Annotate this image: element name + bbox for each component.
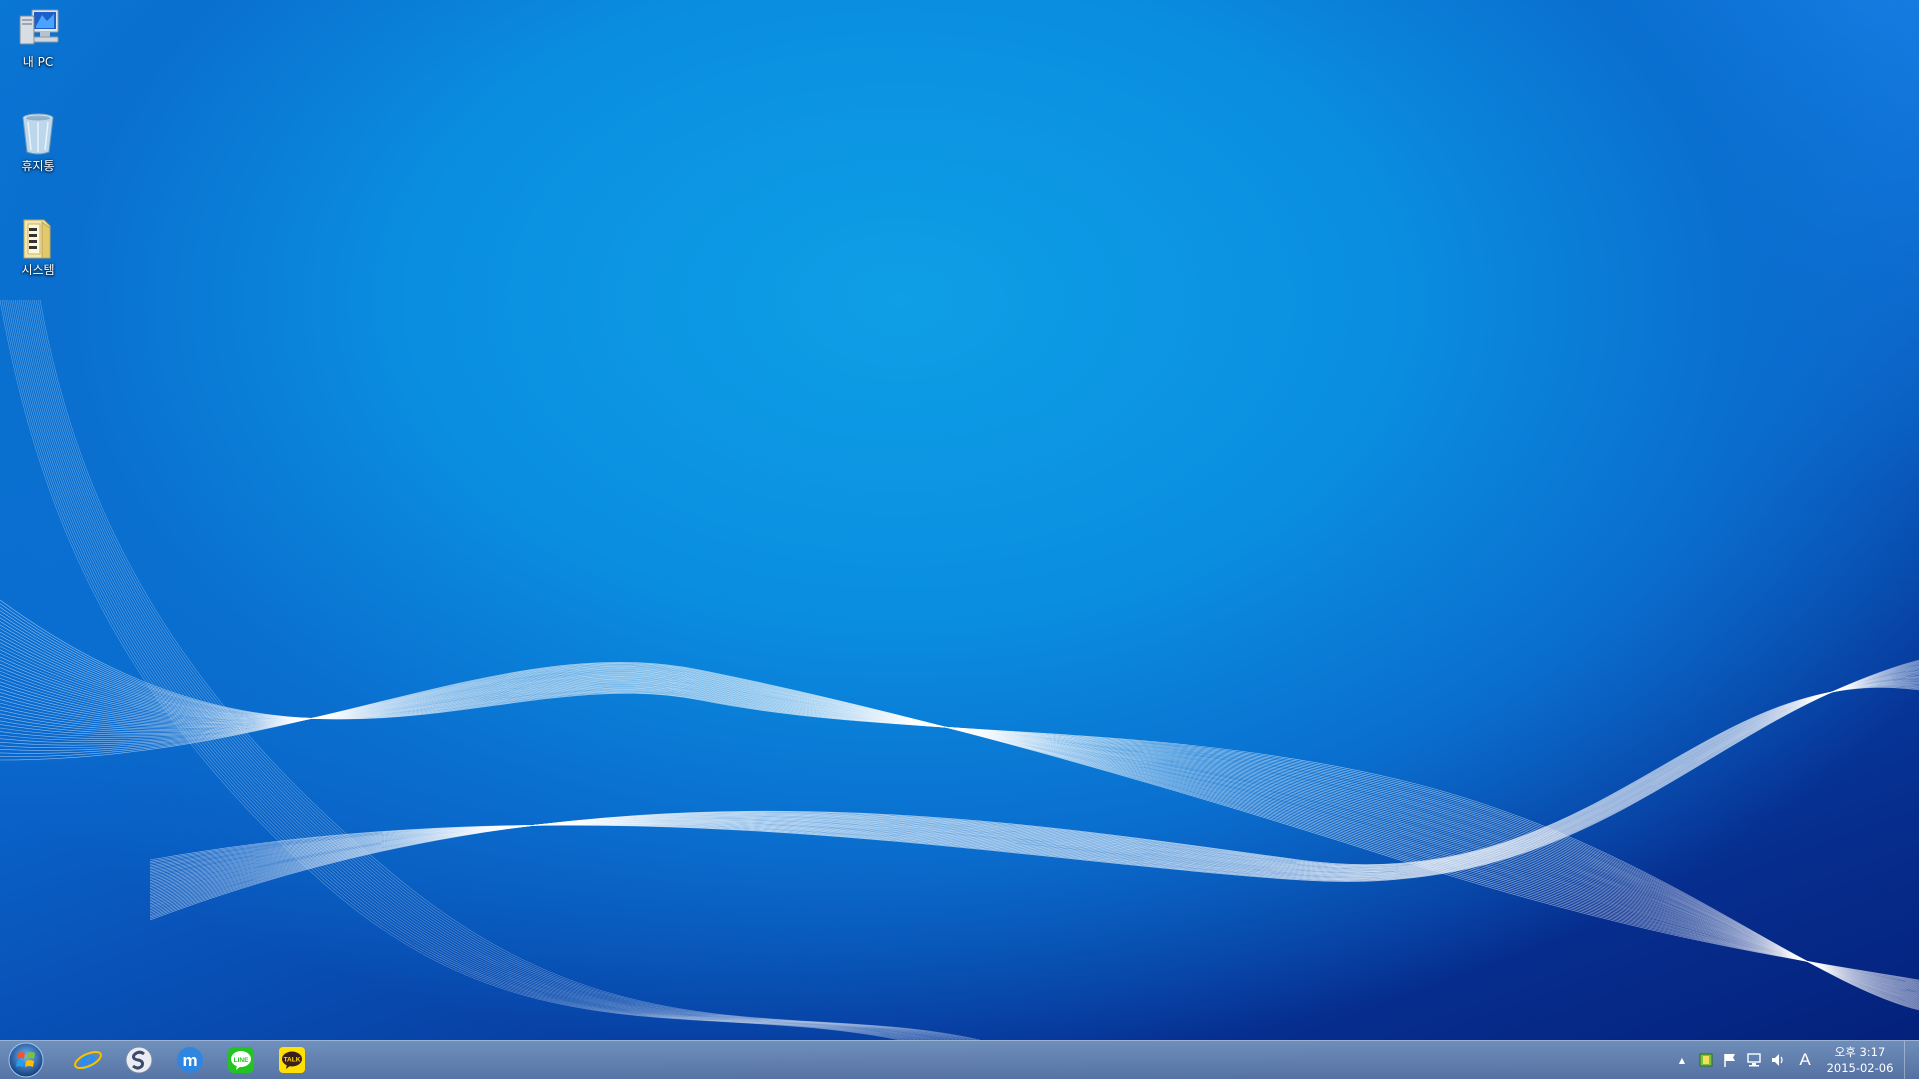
ime-indicator[interactable]: A [1794, 1049, 1816, 1071]
svg-text:e: e [80, 1046, 97, 1075]
line-messenger-icon: LINE [228, 1047, 254, 1073]
internet-explorer-icon: e [74, 1046, 102, 1075]
computer-icon [19, 9, 59, 45]
svg-text:m: m [182, 1051, 197, 1070]
windows-start-icon [8, 1042, 44, 1078]
show-hidden-icons-chevron-icon[interactable]: ▲ [1673, 1051, 1691, 1069]
taskbar-clock[interactable]: 오후 3:17 2015-02-06 [1822, 1044, 1898, 1076]
taskbar-app-internet-explorer[interactable]: e [61, 1043, 115, 1077]
desktop-icon-recycle-bin[interactable]: 휴지통 [0, 110, 76, 173]
taskbar-app-line[interactable]: LINE [214, 1043, 268, 1077]
kakaotalk-icon-text: TALK [284, 1057, 301, 1064]
show-desktop-button[interactable] [1904, 1041, 1919, 1079]
recycle-bin-icon [22, 113, 54, 155]
network-icon[interactable] [1745, 1051, 1763, 1069]
tray-app-icon[interactable] [1697, 1051, 1715, 1069]
taskbar: e m LINE TALK ▲ A 오후 3:17 2015-02-06 [0, 1040, 1919, 1079]
taskbar-app-kakaotalk[interactable]: TALK [265, 1043, 319, 1077]
folder-icon [23, 219, 51, 259]
desktop-icon-label: 휴지통 [21, 159, 55, 173]
taskbar-app-s[interactable] [112, 1043, 166, 1077]
action-center-flag-icon[interactable] [1721, 1051, 1739, 1069]
wallpaper-waves [0, 299, 1919, 1040]
clock-time: 오후 3:17 [1834, 1045, 1886, 1059]
volume-icon[interactable] [1769, 1051, 1787, 1069]
desktop-icon-system-folder[interactable]: 시스템 [0, 214, 76, 277]
clock-date: 2015-02-06 [1826, 1061, 1894, 1075]
desktop-icon-label: 시스템 [21, 263, 55, 277]
s-app-icon [125, 1046, 153, 1074]
desktop-background: 내 PC 휴지통 시스템 [0, 0, 1919, 1079]
desktop-icon-my-pc[interactable]: 내 PC [0, 6, 76, 69]
desktop-icon-label: 내 PC [22, 55, 54, 69]
taskbar-app-m[interactable]: m [163, 1043, 217, 1077]
m-app-icon: m [177, 1047, 203, 1073]
kakaotalk-icon: TALK [279, 1047, 305, 1073]
start-button[interactable] [6, 1042, 46, 1078]
system-tray: ▲ A 오후 3:17 2015-02-06 [1670, 1041, 1919, 1079]
line-icon-text: LINE [234, 1057, 249, 1064]
